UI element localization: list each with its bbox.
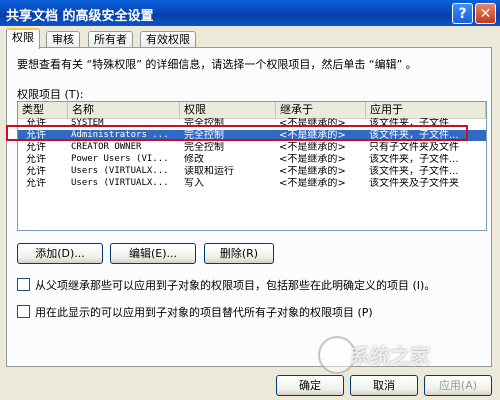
column-header-type[interactable]: 类型 — [18, 102, 68, 118]
row-name: Power Users (VI... — [71, 154, 169, 164]
tab-owner[interactable]: 所有者 — [88, 31, 133, 48]
row-name: Users (VIRTUALX... — [71, 178, 169, 188]
title-bar: 共享文档 的高级安全设置 ? ✕ — [0, 0, 500, 26]
remove-button[interactable]: 删除(R) — [204, 243, 274, 264]
row-inherited-from: <不是继承的> — [279, 166, 346, 177]
permission-list[interactable]: 类型 名称 权限 继承于 应用于 允许 SYSTEM 完全控制 <不是继承的> … — [17, 101, 487, 231]
help-button[interactable]: ? — [452, 3, 473, 24]
ok-button[interactable]: 确定 — [276, 375, 344, 396]
list-row[interactable]: 允许 Power Users (VI... 修改 <不是继承的> 该文件夹，子文… — [18, 154, 486, 165]
row-applies-to: 该文件夹，子文件... — [369, 154, 459, 165]
tab-permissions[interactable]: 权限 — [6, 28, 40, 49]
row-type: 允许 — [26, 154, 46, 165]
column-header-permission[interactable]: 权限 — [180, 102, 276, 118]
close-button[interactable]: ✕ — [475, 3, 496, 24]
row-permission: 读取和运行 — [184, 166, 234, 177]
window-title: 共享文档 的高级安全设置 — [6, 9, 154, 24]
row-applies-to: 该文件夹，子文件... — [369, 166, 459, 177]
replace-permissions-option[interactable]: 用在此显示的可以应用到子对象的项目替代所有子对象的权限项目 (P) — [17, 304, 373, 320]
row-name: CREATOR OWNER — [71, 142, 142, 152]
row-permission: 完全控制 — [184, 142, 224, 153]
row-applies-to: 该文件夹及子文件夹 — [369, 178, 459, 189]
permission-entries-label: 权限项目 (T): — [17, 88, 84, 101]
row-permission: 修改 — [184, 154, 204, 165]
list-row[interactable]: 允许 Users (VIRTUALX... 读取和运行 <不是继承的> 该文件夹… — [18, 166, 486, 177]
inherit-permissions-option[interactable]: 从父项继承那些可以应用到子对象的权限项目，包括那些在此明确定义的项目 (I)。 — [17, 277, 435, 293]
tab-effective-permissions[interactable]: 有效权限 — [140, 31, 196, 48]
tab-auditing[interactable]: 审核 — [46, 31, 80, 48]
row-permission: 写入 — [184, 178, 204, 189]
row-inherited-from: <不是继承的> — [279, 178, 346, 189]
row-type: 允许 — [26, 142, 46, 153]
inherit-checkbox[interactable] — [17, 278, 30, 291]
row-inherited-from: <不是继承的> — [279, 142, 346, 153]
watermark-text: 系统之家 — [350, 344, 430, 368]
add-button[interactable]: 添加(D)... — [17, 243, 103, 264]
row-type: 允许 — [26, 166, 46, 177]
apply-button[interactable]: 应用(A) — [424, 375, 492, 396]
cancel-button[interactable]: 取消 — [350, 375, 418, 396]
highlight-annotation — [6, 125, 468, 141]
list-row[interactable]: 允许 CREATOR OWNER 完全控制 <不是继承的> 只有子文件夹及文件 — [18, 142, 486, 153]
column-header-applies-to[interactable]: 应用于 — [366, 102, 486, 118]
row-name: Users (VIRTUALX... — [71, 166, 169, 176]
instruction-text: 要想查看有关 “特殊权限” 的详细信息，请选择一个权限项目，然后单击 “编辑” … — [17, 58, 417, 71]
inherit-checkbox-label: 从父项继承那些可以应用到子对象的权限项目，包括那些在此明确定义的项目 (I)。 — [35, 279, 436, 292]
column-header-name[interactable]: 名称 — [68, 102, 180, 118]
row-applies-to: 只有子文件夹及文件 — [369, 142, 459, 153]
list-row[interactable]: 允许 Users (VIRTUALX... 写入 <不是继承的> 该文件夹及子文… — [18, 178, 486, 189]
replace-checkbox-label: 用在此显示的可以应用到子对象的项目替代所有子对象的权限项目 (P) — [35, 306, 373, 319]
row-type: 允许 — [26, 178, 46, 189]
replace-checkbox[interactable] — [17, 305, 30, 318]
row-inherited-from: <不是继承的> — [279, 154, 346, 165]
edit-button[interactable]: 编辑(E)... — [110, 243, 196, 264]
column-header-inherited-from[interactable]: 继承于 — [276, 102, 366, 118]
list-header: 类型 名称 权限 继承于 应用于 — [18, 102, 486, 119]
